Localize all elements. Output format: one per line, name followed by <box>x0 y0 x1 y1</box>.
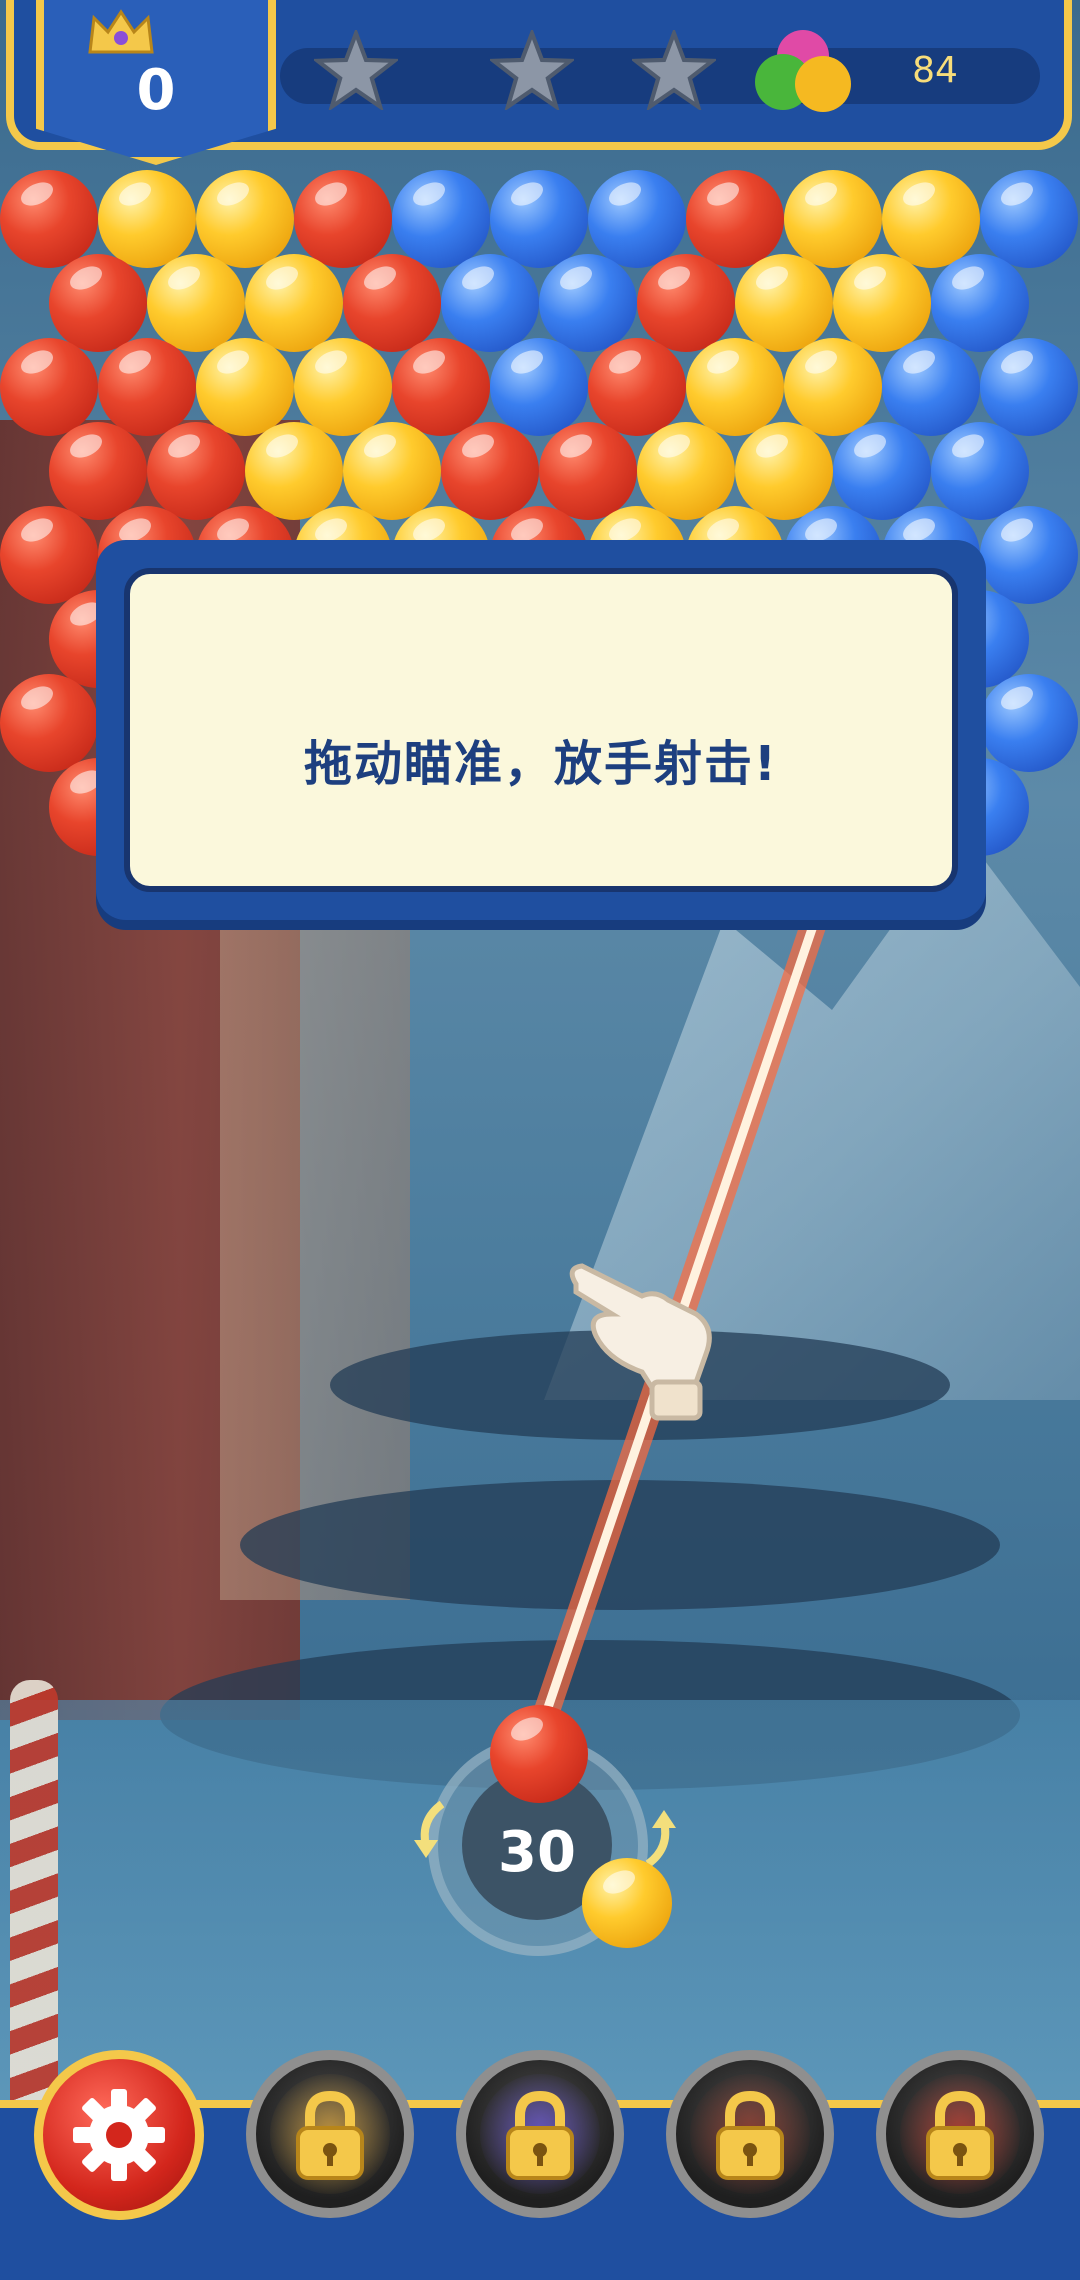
star-icon <box>314 30 398 110</box>
bubble-blue <box>980 506 1078 604</box>
bubble-red <box>49 422 147 520</box>
tutorial-message: 拖动瞄准，放手射击! <box>304 736 778 792</box>
bubble-blue <box>931 254 1029 352</box>
bubble-yellow <box>98 170 196 268</box>
bubble-red <box>0 170 98 268</box>
booster-slot-4[interactable] <box>876 2050 1044 2218</box>
booster-slot-3[interactable] <box>666 2050 834 2218</box>
bubble-yellow <box>147 254 245 352</box>
lock-icon <box>296 2090 364 2180</box>
striped-mooring-pole <box>10 1680 58 2120</box>
settings-button[interactable] <box>34 2050 204 2220</box>
bubble-blue <box>833 422 931 520</box>
bubble-yellow <box>245 254 343 352</box>
gondola-boat <box>240 1480 1000 1610</box>
bubble-red <box>686 170 784 268</box>
score-value: 0 <box>136 58 176 123</box>
bubble-blue <box>539 254 637 352</box>
bubble-blue <box>882 338 980 436</box>
bubble-yellow <box>196 338 294 436</box>
bubble-blue <box>490 338 588 436</box>
bubble-yellow <box>735 254 833 352</box>
star-icon <box>632 30 716 110</box>
pointing-hand-icon <box>569 1263 712 1421</box>
gear-icon <box>73 2089 165 2181</box>
bubble-blue <box>931 422 1029 520</box>
tutorial-panel: 拖动瞄准，放手射击! <box>124 568 958 892</box>
bubble-blue <box>392 170 490 268</box>
bubble-red <box>343 254 441 352</box>
bubble-red <box>98 338 196 436</box>
bubble-yellow <box>637 422 735 520</box>
booster-slot-2[interactable] <box>456 2050 624 2218</box>
tutorial-dialog: 拖动瞄准，放手射击! <box>96 540 986 920</box>
bubble-red <box>0 338 98 436</box>
swap-arrow-left-icon[interactable] <box>412 1800 472 1860</box>
balls-remaining-icon <box>755 30 851 112</box>
bubble-red <box>539 422 637 520</box>
bubble-red <box>588 338 686 436</box>
bubble-yellow <box>245 422 343 520</box>
bubble-blue <box>980 674 1078 772</box>
bubble-yellow <box>784 170 882 268</box>
bubble-red <box>0 506 98 604</box>
bubble-yellow <box>882 170 980 268</box>
top-hud: 84 0 <box>0 0 1080 165</box>
bubble-blue <box>980 338 1078 436</box>
bubble-red <box>294 170 392 268</box>
bubble-red <box>441 422 539 520</box>
bubble-red <box>392 338 490 436</box>
bubble-red <box>637 254 735 352</box>
crown-icon <box>88 9 154 54</box>
balls-remaining-count: 84 <box>912 50 958 91</box>
bubble-yellow <box>196 170 294 268</box>
bubble-red <box>49 254 147 352</box>
bubble-blue <box>441 254 539 352</box>
lock-icon <box>506 2090 574 2180</box>
bubble-blue <box>588 170 686 268</box>
bubble-yellow <box>686 338 784 436</box>
loaded-bubble <box>490 1705 588 1803</box>
bubble-red <box>0 674 98 772</box>
bubble-yellow <box>784 338 882 436</box>
bubble-yellow <box>343 422 441 520</box>
bubble-yellow <box>833 254 931 352</box>
bubble-blue <box>490 170 588 268</box>
bubble-red <box>147 422 245 520</box>
lock-icon <box>716 2090 784 2180</box>
lock-icon <box>926 2090 994 2180</box>
bubble-yellow <box>735 422 833 520</box>
booster-slot-1[interactable] <box>246 2050 414 2218</box>
shots-left-count: 30 <box>498 1820 576 1885</box>
star-icon <box>490 30 574 110</box>
next-bubble[interactable] <box>582 1858 672 1948</box>
bubble-yellow <box>294 338 392 436</box>
bubble-blue <box>980 170 1078 268</box>
